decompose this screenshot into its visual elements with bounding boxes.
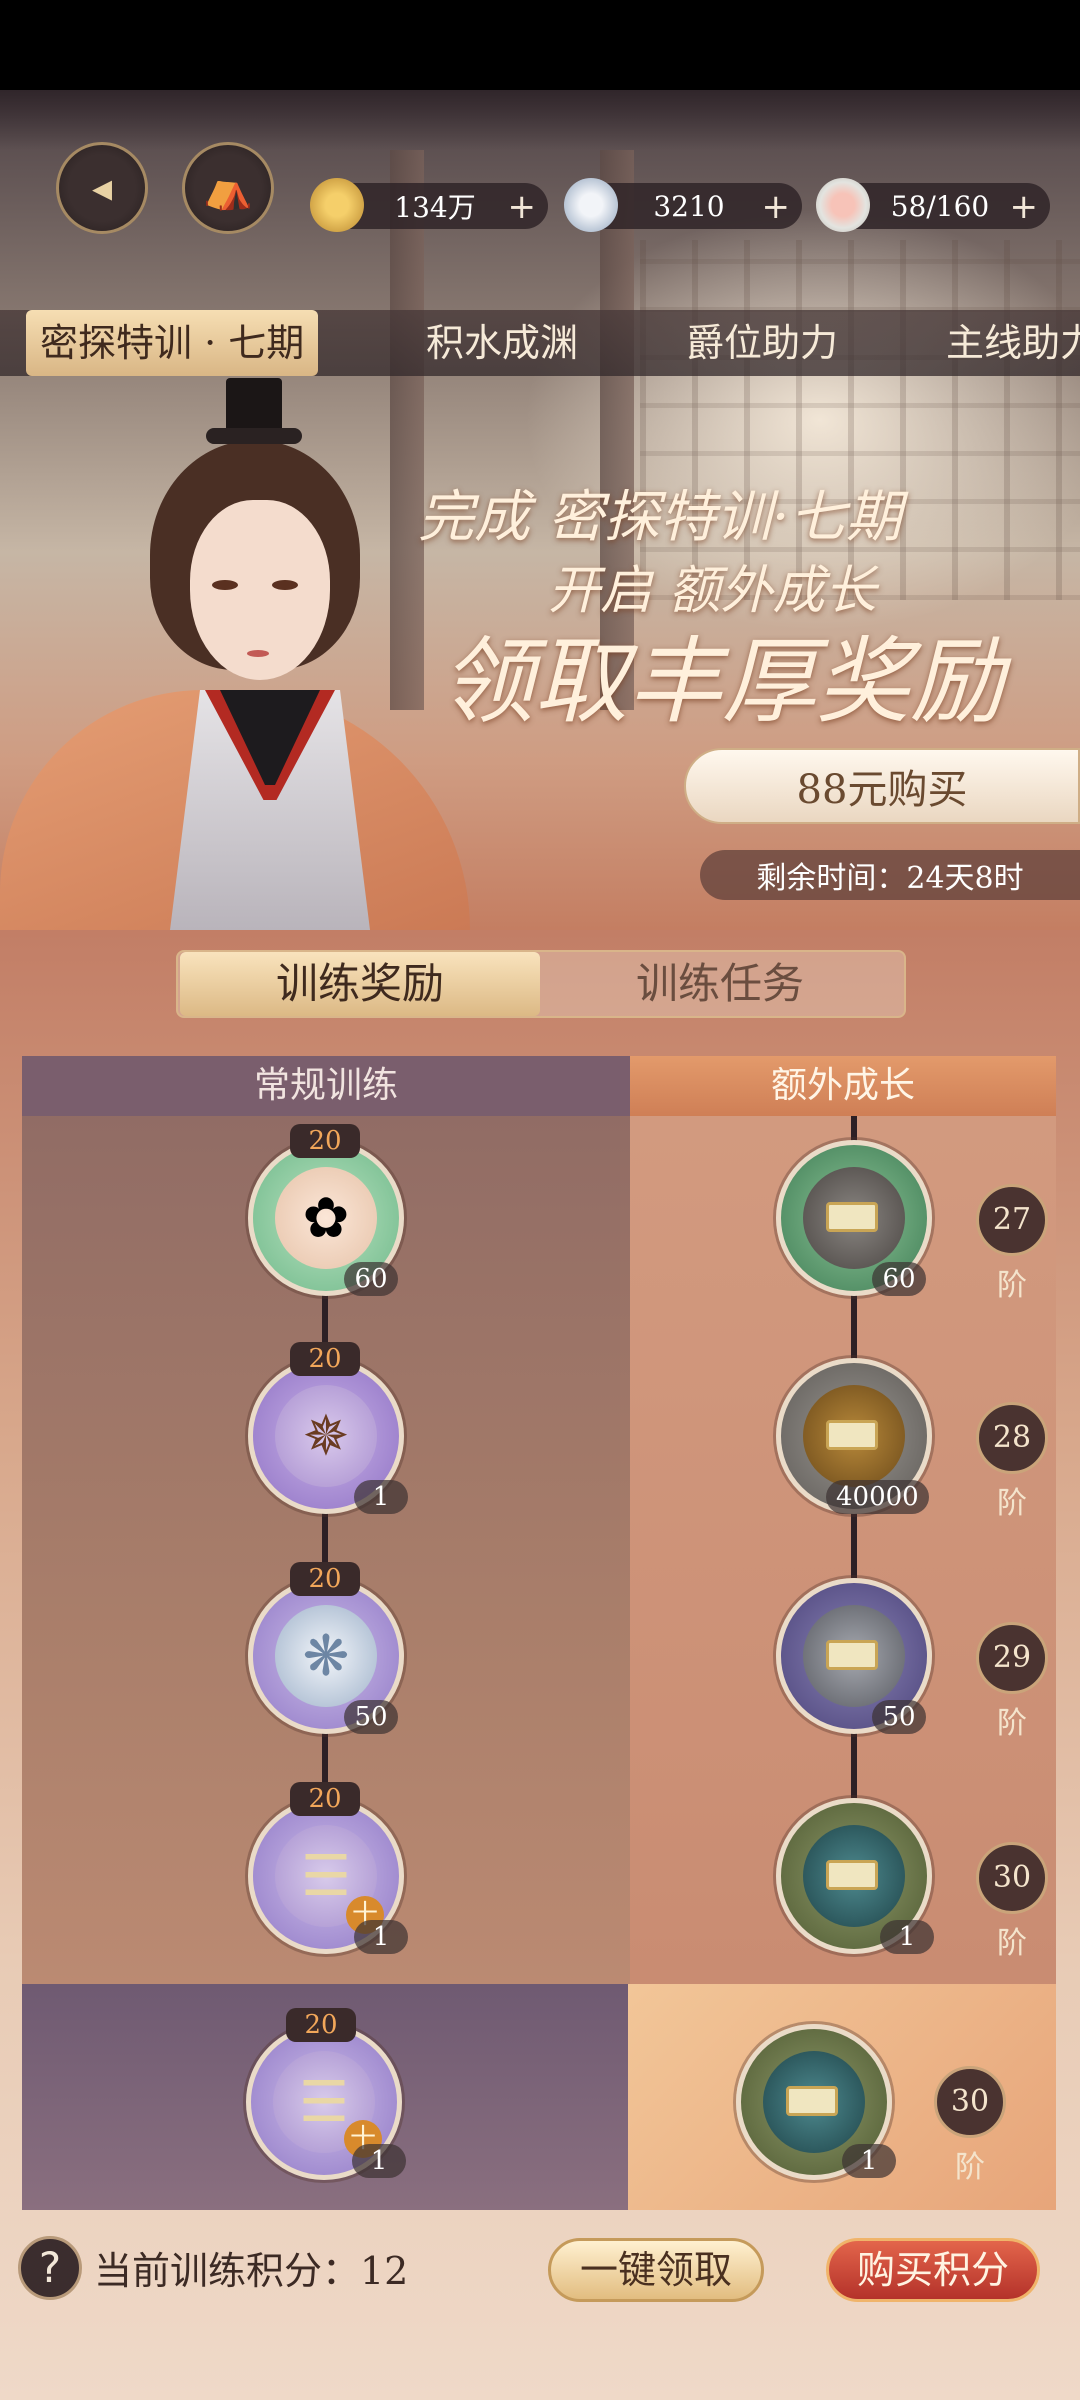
tab-training-rewards[interactable]: 训练奖励 [180, 952, 540, 1016]
reward-count: 50 [344, 1700, 398, 1734]
pillar [390, 150, 424, 710]
banner-line-1: 完成 密探特训·七期 [418, 485, 902, 550]
path-connector [851, 1728, 857, 1798]
reward-count: 1 [354, 1480, 408, 1514]
add-food-button[interactable]: + [1010, 187, 1039, 227]
status-bar [0, 0, 1080, 90]
silver-orb-icon: ❋ [275, 1605, 377, 1707]
lock-icon [786, 2086, 838, 2116]
points-badge: 20 [290, 1782, 360, 1816]
character-eye [272, 580, 298, 590]
coin-icon [310, 178, 364, 232]
back-arrow-icon: ◂ [91, 165, 113, 211]
tier-badge: 27阶 [976, 1184, 1048, 1303]
banner-line-3: 领取丰厚奖励 [440, 628, 1005, 737]
pavilion-icon: ⛺ [203, 165, 253, 212]
help-button[interactable]: ? [18, 2236, 82, 2300]
tier-badge: 30阶 [934, 2066, 1006, 2185]
remaining-time: 剩余时间：24天8时 [700, 850, 1080, 900]
lock-icon [826, 1420, 878, 1450]
tier-badge: 28阶 [976, 1402, 1048, 1521]
food-bowl-icon [816, 178, 870, 232]
character-lips [247, 650, 269, 657]
path-connector [851, 1290, 857, 1360]
points-badge: 20 [286, 2008, 356, 2042]
points-badge: 20 [290, 1124, 360, 1158]
reward-count: 1 [354, 1920, 408, 1954]
silver-orb-icon [564, 178, 618, 232]
current-score: 当前训练积分：12 [94, 2249, 409, 2293]
reward-count: 60 [872, 1262, 926, 1296]
tab-accumulate[interactable]: 积水成渊 [426, 310, 578, 376]
buy-pass-button[interactable]: 88元购买 [684, 748, 1080, 824]
reward-count: 1 [880, 1920, 934, 1954]
buy-points-button[interactable]: 购买积分 [826, 2238, 1040, 2302]
back-button[interactable]: ◂ [56, 142, 148, 234]
home-button[interactable]: ⛺ [182, 142, 274, 234]
lock-icon [826, 1860, 878, 1890]
character-eye [212, 580, 238, 590]
reward-count: 1 [842, 2144, 896, 2178]
reward-count: 60 [344, 1262, 398, 1296]
tab-training-tasks[interactable]: 训练任务 [540, 952, 900, 1016]
reward-count: 50 [872, 1700, 926, 1734]
currency-silver-value: 3210 [653, 189, 725, 223]
tier-badge: 30阶 [976, 1842, 1048, 1961]
character-hat-pin [206, 428, 302, 444]
tab-main-story-boost[interactable]: 主线助力 [946, 310, 1080, 376]
currency-food-value: 58/160 [890, 189, 990, 223]
points-badge: 20 [290, 1342, 360, 1376]
flower-bowl-icon: ✿ [275, 1167, 377, 1269]
rope-whip-icon: ✵ [275, 1385, 377, 1487]
currency-coin-value: 134万 [394, 191, 476, 224]
add-silver-button[interactable]: + [762, 187, 791, 227]
path-connector [851, 1508, 857, 1578]
lock-icon [826, 1640, 878, 1670]
add-coin-button[interactable]: + [508, 187, 537, 227]
ceiling-beam [0, 90, 1080, 150]
extra-column-header: 额外成长 [630, 1056, 1056, 1116]
claim-all-button[interactable]: 一键领取 [548, 2238, 764, 2302]
tier-badge: 29阶 [976, 1622, 1048, 1741]
reward-count: 40000 [826, 1480, 929, 1514]
regular-column-header: 常规训练 [22, 1056, 630, 1116]
tab-secret-training[interactable]: 密探特训 · 七期 [26, 310, 319, 376]
points-badge: 20 [290, 1562, 360, 1596]
reward-count: 1 [352, 2144, 406, 2178]
tab-rank-boost[interactable]: 爵位助力 [686, 310, 838, 376]
lock-icon [826, 1202, 878, 1232]
